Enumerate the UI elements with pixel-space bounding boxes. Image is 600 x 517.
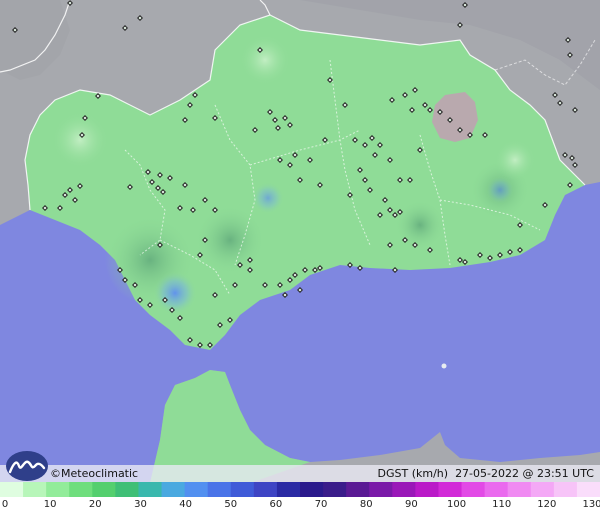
legend-tick-label: 90 (405, 499, 418, 510)
alboran-island (441, 363, 447, 369)
legend-color-step (207, 482, 232, 497)
legend-color-step (46, 482, 70, 497)
legend-tick-label: 130 (582, 499, 600, 510)
legend-tick-label: 70 (314, 499, 328, 510)
gust-hotspot-central (252, 182, 284, 214)
legend-color-step (230, 482, 255, 497)
legend-tick-label: 20 (88, 499, 102, 510)
map-footer: ©Meteoclimatic DGST (km/h) 27-05-2022 @ … (0, 451, 600, 517)
legend-color-step (415, 482, 440, 497)
legend-tick-label: 100 (446, 499, 467, 510)
legend-color-step (507, 482, 532, 497)
legend-color-step (161, 482, 186, 497)
legend-labels: 0 10 20 30 40 50 60 70 80 90 100 110 120 130 (0, 499, 600, 515)
legend-color-step (115, 482, 140, 497)
legend-color-step (69, 482, 93, 497)
timestamp: 27-05-2022 @ 23:51 UTC (455, 467, 594, 480)
wind-gust-map (0, 0, 600, 483)
map-caption: DGST (km/h) 27-05-2022 @ 23:51 UTC (378, 465, 594, 482)
legend-color-ramp (0, 482, 600, 497)
legend-color-step (461, 482, 486, 497)
legend-color-step (346, 482, 370, 497)
legend-color-step (484, 482, 509, 497)
legend-tick-label: 30 (134, 499, 147, 510)
gust-area-light-1 (52, 112, 108, 168)
variable-label: DGST (km/h) (377, 467, 449, 480)
legend-tick-label: 50 (224, 499, 238, 510)
legend-color-step (92, 482, 116, 497)
legend-tick-label: 120 (537, 499, 557, 510)
legend-tick-label: 80 (359, 499, 373, 510)
legend-tick-label: 110 (492, 499, 512, 510)
gust-area-light-2 (240, 35, 290, 85)
legend-color-step (530, 482, 555, 497)
legend-color-step (184, 482, 209, 497)
meteoclimatic-logo-icon (6, 451, 48, 481)
brand-name: ©Meteoclimatic (50, 467, 139, 480)
legend-color-step (300, 482, 324, 497)
legend-tick-label: 60 (269, 499, 283, 510)
legend-color-step (576, 482, 600, 497)
legend-tick-label: 10 (43, 499, 57, 510)
legend-color-step (138, 482, 163, 497)
legend-color-step (369, 482, 393, 497)
gust-hotspot-east (486, 176, 514, 204)
gust-area-dark-4 (395, 200, 445, 250)
gust-hotspot-cadiz (153, 271, 197, 315)
gust-area-light-3 (495, 140, 535, 180)
legend-color-step (276, 482, 301, 497)
legend-tick-label: 40 (179, 499, 192, 510)
legend-color-step (553, 482, 578, 497)
legend-color-step (253, 482, 278, 497)
legend: 0 10 20 30 40 50 60 70 80 90 100 110 120 130 (0, 482, 600, 517)
brand-bar: ©Meteoclimatic DGST (km/h) 27-05-2022 @ … (0, 451, 600, 482)
legend-color-step (323, 482, 347, 497)
legend-tick-label: 0 (1, 499, 9, 510)
legend-color-step (23, 482, 47, 497)
legend-color-step (0, 482, 24, 497)
legend-color-step (438, 482, 463, 497)
legend-color-step (392, 482, 416, 497)
